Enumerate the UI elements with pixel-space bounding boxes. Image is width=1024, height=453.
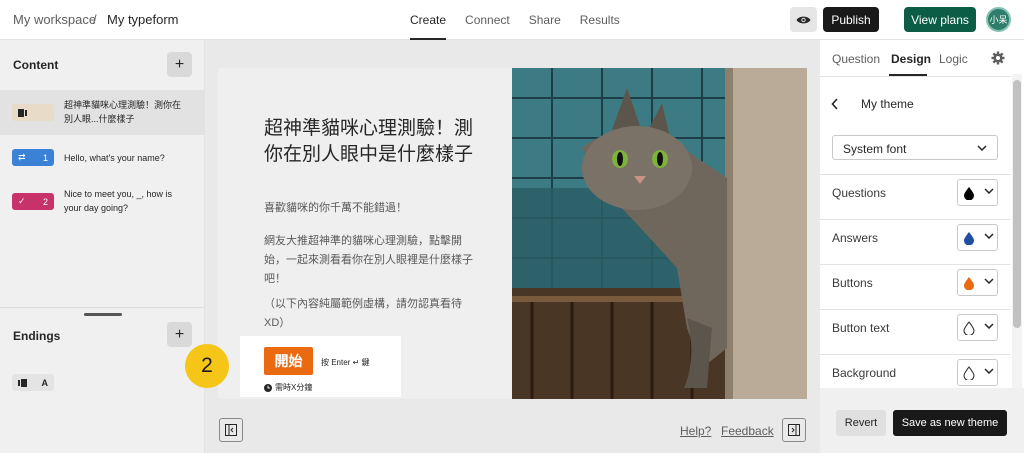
- publish-button[interactable]: Publish: [823, 7, 879, 32]
- start-button[interactable]: 開始: [264, 347, 313, 375]
- breadcrumb-form-name[interactable]: My typeform: [107, 12, 179, 27]
- buttons-color-picker[interactable]: [957, 269, 998, 296]
- chevron-down-icon: [984, 278, 994, 284]
- question-item-2[interactable]: ✓ 2 Nice to meet you, _, how is your day…: [0, 183, 205, 228]
- press-enter-hint: 按 Enter ↵ 鍵: [321, 358, 370, 367]
- breadcrumb-separator: /: [93, 12, 97, 27]
- welcome-paragraph-2[interactable]: 網友大推超神準的貓咪心理測驗，點擊開始，一起來測看看你在別人眼裡是什麼樣子吧！: [264, 232, 474, 289]
- collapse-right-icon: [788, 424, 800, 436]
- section-divider: [820, 354, 1011, 355]
- button-text-color-picker[interactable]: [957, 314, 998, 341]
- short-text-glyph: ⇄: [18, 152, 26, 162]
- tab-results[interactable]: Results: [580, 0, 620, 40]
- scrollbar-thumb[interactable]: [1013, 80, 1021, 328]
- welcome-paragraph-3[interactable]: （以下內容純屬範例虛構，請勿認真看待 XD）: [264, 295, 474, 333]
- content-section-title: Content: [13, 58, 59, 72]
- font-select-value: System font: [843, 142, 907, 156]
- save-as-new-theme-button[interactable]: Save as new theme: [893, 410, 1007, 436]
- design-panel-separator: [820, 76, 1011, 77]
- section-divider: [820, 309, 1011, 310]
- plus-icon: +: [174, 325, 185, 343]
- preview-button[interactable]: [790, 7, 817, 32]
- section-divider: [820, 174, 1011, 175]
- revert-button[interactable]: Revert: [836, 410, 886, 436]
- section-divider: [820, 264, 1011, 265]
- theme-back-button[interactable]: [831, 97, 841, 110]
- chevron-down-icon: [984, 368, 994, 374]
- time-note: 需時X分鐘: [264, 382, 312, 393]
- cat-photo: [512, 68, 807, 399]
- chevron-left-icon: [831, 98, 838, 110]
- resize-handle[interactable]: [84, 313, 122, 316]
- chevron-down-icon: [977, 145, 987, 151]
- tab-question[interactable]: Question: [832, 52, 880, 66]
- settings-button[interactable]: [991, 51, 1005, 65]
- button-text-color-label: Button text: [832, 321, 890, 335]
- font-select[interactable]: System font: [832, 135, 998, 160]
- time-note-text: 需時X分鐘: [275, 383, 313, 392]
- endings-section-title: Endings: [13, 329, 61, 343]
- section-divider: [820, 219, 1011, 220]
- welcome-paragraph-1[interactable]: 喜歡貓咪的你千萬不能錯過！: [264, 199, 474, 218]
- breadcrumb-workspace[interactable]: My workspace: [13, 12, 96, 27]
- add-ending-button[interactable]: +: [167, 322, 192, 347]
- color-drop-icon: [964, 232, 974, 245]
- answers-color-picker[interactable]: [957, 224, 998, 251]
- chevron-down-icon: [984, 323, 994, 329]
- view-plans-button[interactable]: View plans: [904, 7, 976, 32]
- color-drop-icon: [964, 277, 974, 290]
- background-color-label: Background: [832, 366, 897, 380]
- check-glyph: ✓: [18, 196, 26, 206]
- collapse-left-icon: [225, 424, 237, 436]
- help-link[interactable]: Help?: [680, 424, 711, 438]
- color-drop-icon: [964, 187, 974, 200]
- clock-icon: [264, 383, 272, 392]
- tab-connect[interactable]: Connect: [465, 0, 510, 40]
- eye-icon: [796, 16, 811, 23]
- welcome-screen-icon: [12, 104, 54, 121]
- plus-icon: +: [174, 55, 185, 73]
- color-drop-icon: [963, 366, 975, 380]
- chevron-down-icon: [984, 233, 994, 239]
- question-number: 2: [42, 196, 48, 207]
- ending-letter: A: [41, 377, 49, 388]
- collapse-left-button[interactable]: [219, 418, 243, 442]
- tab-design[interactable]: Design: [891, 52, 931, 66]
- tab-create[interactable]: Create: [410, 0, 447, 40]
- feedback-link[interactable]: Feedback: [721, 424, 774, 438]
- ending-item[interactable]: A: [12, 374, 54, 391]
- callout-2: 2: [185, 344, 229, 388]
- tab-share[interactable]: Share: [529, 0, 561, 40]
- question-item-text: Hello, what's your name?: [64, 153, 165, 163]
- color-drop-icon: [963, 321, 975, 335]
- tab-logic[interactable]: Logic: [939, 52, 968, 66]
- question-item-welcome[interactable]: 超神準貓咪心理測驗！測你在別人眼...什麼樣子: [0, 90, 205, 135]
- buttons-color-label: Buttons: [832, 276, 873, 290]
- theme-name: My theme: [861, 97, 914, 111]
- chevron-down-icon: [984, 188, 994, 194]
- check-icon: ✓ 2: [12, 193, 54, 210]
- questions-color-picker[interactable]: [957, 179, 998, 206]
- welcome-title[interactable]: 超神準貓咪心理測驗！測你在別人眼中是什麼樣子: [264, 116, 479, 168]
- sidebar-divider: [0, 307, 205, 308]
- main-tabs: Create Connect Share Results: [410, 0, 639, 40]
- ending-screen-icon: [18, 378, 27, 387]
- gear-icon: [991, 51, 1005, 65]
- question-item-text: Nice to meet you, _, how is your day goi…: [64, 189, 173, 213]
- add-content-button[interactable]: +: [167, 52, 192, 77]
- question-number: 1: [42, 152, 48, 163]
- background-color-picker[interactable]: [957, 359, 998, 386]
- questions-color-label: Questions: [832, 186, 887, 200]
- question-item-1[interactable]: ⇄ 1 Hello, what's your name?: [0, 135, 205, 180]
- answers-color-label: Answers: [832, 231, 879, 245]
- short-text-icon: ⇄ 1: [12, 149, 54, 166]
- collapse-right-button[interactable]: [782, 418, 806, 442]
- question-item-text: 超神準貓咪心理測驗！測你在別人眼...什麼樣子: [64, 100, 182, 124]
- avatar[interactable]: 小呆: [986, 7, 1011, 32]
